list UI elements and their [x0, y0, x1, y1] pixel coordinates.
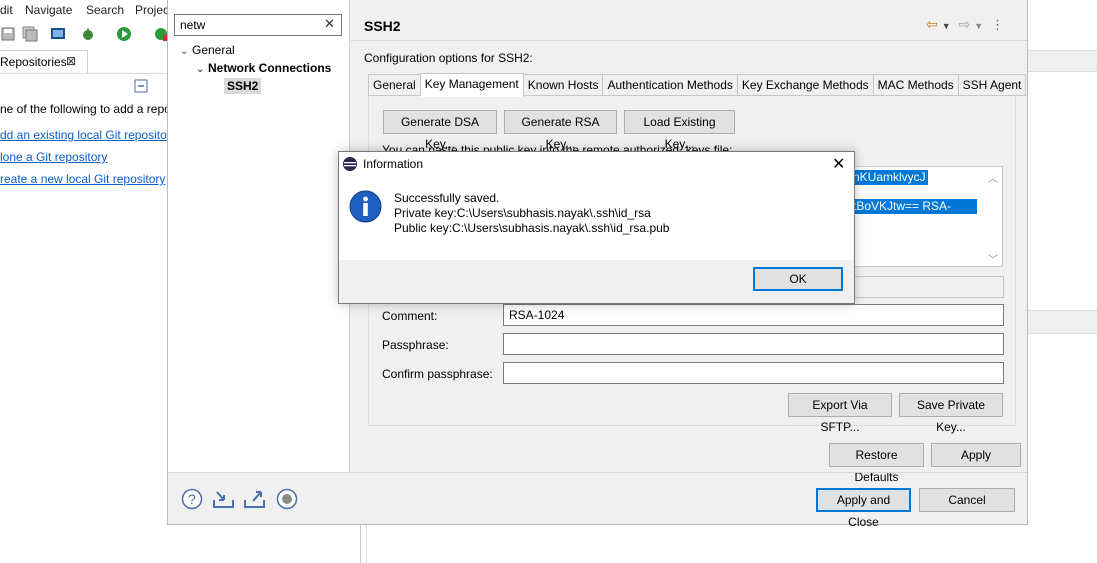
menu-navigate[interactable]: Navigate [25, 3, 72, 17]
tab-known-hosts[interactable]: Known Hosts [523, 74, 604, 96]
chevron-down-icon[interactable]: ⌄ [180, 46, 192, 57]
menu-search[interactable]: Search [86, 3, 124, 17]
scroll-up-icon[interactable]: ︿ [988, 170, 998, 185]
passphrase-field[interactable] [503, 333, 1004, 355]
back-arrow-icon[interactable]: ⇦ [926, 16, 938, 32]
public-key-selected-text: nKUamklvycJ [851, 170, 928, 185]
git-repositories-view [0, 48, 168, 563]
menu-project[interactable]: Projec [135, 3, 169, 17]
tree-item-ssh2[interactable]: SSH2 [224, 78, 262, 94]
page-navigation: ⇦ ▼ ⇨ ▼ ⋮ [926, 16, 1008, 33]
export-icon[interactable] [243, 488, 267, 510]
svg-text:?: ? [188, 491, 196, 507]
info-icon [349, 190, 382, 223]
tab-ssh-agent[interactable]: SSH Agent [958, 74, 1027, 96]
clear-filter-icon[interactable]: ✕ [324, 16, 335, 32]
import-icon[interactable] [212, 488, 236, 510]
restore-defaults-button[interactable]: Restore Defaults [829, 443, 924, 484]
view-menu-icon[interactable]: ⋮ [991, 17, 1004, 32]
chevron-down-icon[interactable]: ⌄ [196, 64, 208, 75]
debug-icon[interactable] [80, 26, 96, 42]
apply-and-close-button[interactable]: Apply and Close [816, 488, 911, 529]
generate-dsa-key-button[interactable]: Generate DSA Key... [383, 110, 497, 151]
forward-arrow-icon[interactable]: ⇨ [959, 16, 971, 32]
divider [366, 525, 367, 563]
background-panel-header [1027, 310, 1097, 334]
scroll-down-icon[interactable]: ﹀ [988, 251, 998, 266]
export-via-sftp-button[interactable]: Export Via SFTP... [788, 393, 892, 434]
close-icon[interactable]: ⊠ [66, 54, 76, 68]
save-private-key-button[interactable]: Save Private Key... [899, 393, 1003, 434]
tree-item-label: General [192, 43, 235, 57]
info-message-line: Public key:C:\Users\subhasis.nayak\.ssh\… [394, 221, 670, 235]
add-existing-repo-link[interactable]: dd an existing local Git repository [0, 128, 177, 142]
divider [351, 40, 1027, 41]
ssh2-tabs: General Key Management Known Hosts Authe… [368, 73, 1027, 97]
divider [168, 472, 1027, 473]
load-existing-key-button[interactable]: Load Existing Key... [624, 110, 735, 151]
tab-mac-methods[interactable]: MAC Methods [873, 74, 959, 96]
tab-key-management[interactable]: Key Management [420, 73, 524, 97]
record-icon[interactable] [276, 488, 298, 510]
tab-key-exchange-methods[interactable]: Key Exchange Methods [737, 74, 874, 96]
tree-item-label: Network Connections [208, 61, 332, 75]
close-icon[interactable]: ✕ [832, 154, 845, 174]
info-message-line: Successfully saved. [394, 191, 500, 205]
menu-edit[interactable]: dit [0, 3, 13, 17]
run-icon[interactable] [116, 26, 132, 42]
information-dialog-title: Information [363, 157, 424, 171]
tree-item-label: SSH2 [224, 78, 262, 94]
confirm-passphrase-field[interactable] [503, 362, 1004, 384]
confirm-passphrase-label: Confirm passphrase: [382, 367, 493, 381]
divider [360, 525, 361, 563]
filter-input[interactable] [174, 14, 342, 36]
generate-rsa-key-button[interactable]: Generate RSA Key... [504, 110, 617, 151]
tree-item-general[interactable]: ⌄ General [180, 43, 235, 57]
page-title: SSH2 [364, 18, 401, 34]
background-panel-header [1027, 50, 1097, 72]
tab-general[interactable]: General [368, 74, 421, 96]
passphrase-label: Passphrase: [382, 338, 449, 352]
help-icon[interactable]: ? [181, 488, 203, 510]
divider [0, 73, 168, 74]
chevron-down-icon[interactable]: ▼ [974, 21, 983, 31]
chevron-down-icon[interactable]: ▼ [942, 21, 951, 31]
terminal-icon[interactable] [50, 26, 66, 42]
tree-item-network-connections[interactable]: ⌄ Network Connections [196, 61, 331, 75]
git-repositories-tab-label: Repositories [0, 55, 67, 69]
menu-bar: dit Navigate Search Projec [0, 0, 170, 20]
comment-label: Comment: [382, 309, 438, 323]
comment-field[interactable] [503, 304, 1004, 326]
save-icon[interactable] [0, 26, 16, 42]
cancel-button[interactable]: Cancel [919, 488, 1015, 512]
create-repo-link[interactable]: reate a new local Git repository [0, 172, 165, 186]
eclipse-logo-icon [343, 157, 357, 171]
public-key-selected-text: tBoVKJtw== RSA-1024 [851, 199, 977, 227]
save-all-icon[interactable] [22, 26, 38, 42]
config-label: Configuration options for SSH2: [364, 51, 533, 65]
collapse-all-icon[interactable] [134, 79, 148, 93]
tab-authentication-methods[interactable]: Authentication Methods [603, 74, 738, 96]
git-intro-text: ne of the following to add a repo [0, 102, 171, 116]
apply-button[interactable]: Apply [931, 443, 1021, 467]
ok-button[interactable]: OK [753, 267, 843, 291]
clone-repo-link[interactable]: lone a Git repository [0, 150, 107, 164]
info-message-line: Private key:C:\Users\subhasis.nayak\.ssh… [394, 206, 651, 220]
